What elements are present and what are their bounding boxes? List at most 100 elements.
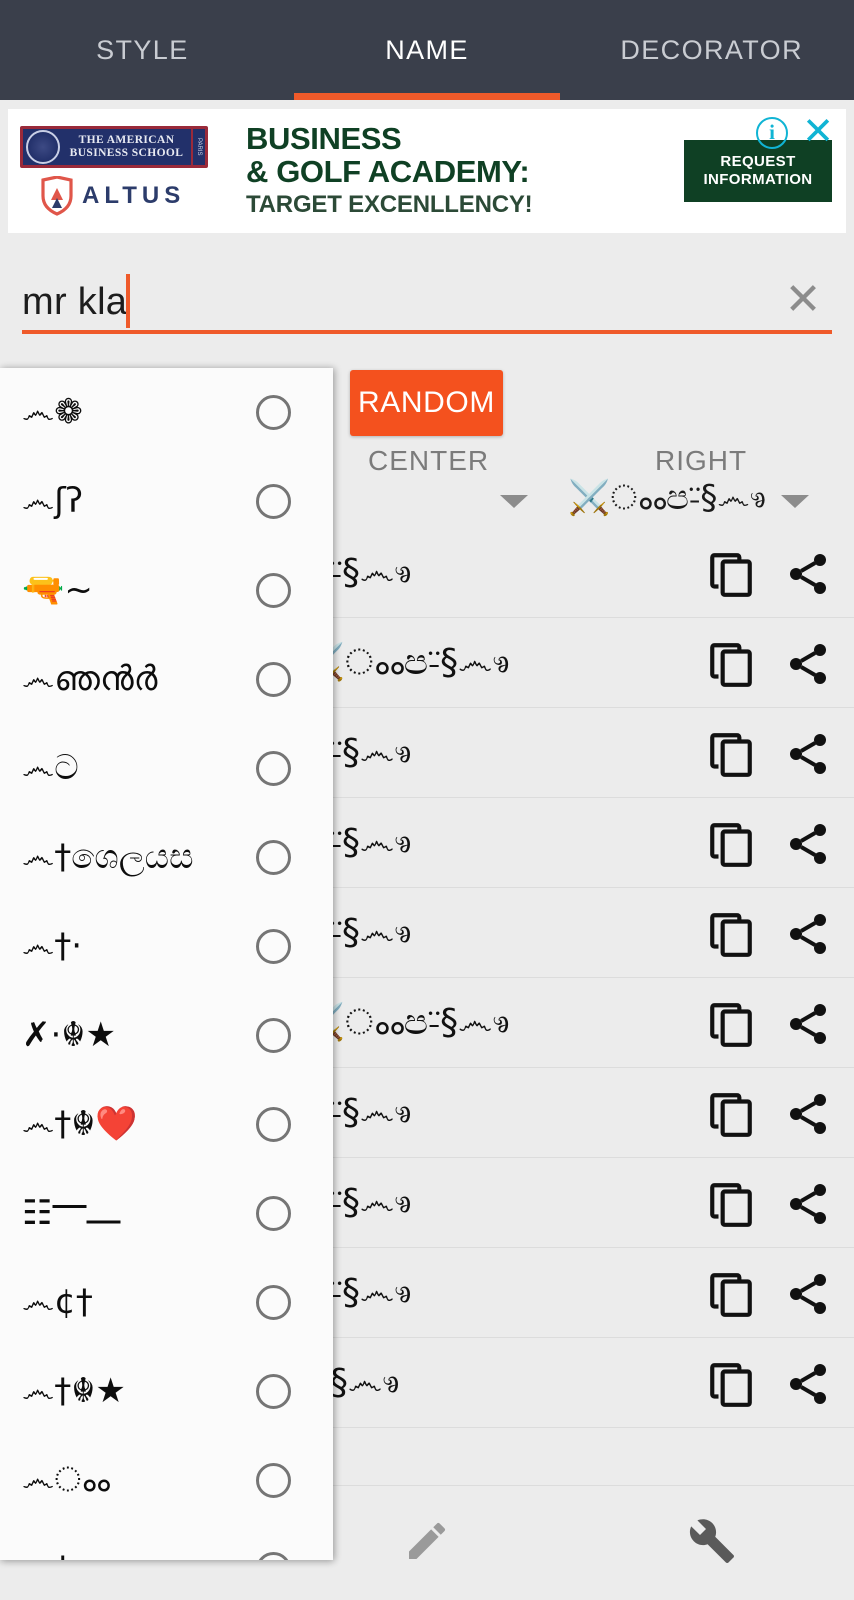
row-symbol-text: ⸚§෴ෳ <box>330 731 412 773</box>
share-icon[interactable] <box>782 1180 834 1228</box>
school-logo-side-text: PARIS <box>191 129 205 165</box>
school-logo-line2: BUSINESS SCHOOL <box>69 147 184 159</box>
tab-style-label: STYLE <box>96 35 189 65</box>
radio-button[interactable] <box>256 1285 291 1320</box>
copy-icon[interactable] <box>706 998 756 1050</box>
clear-search-icon[interactable]: ✕ <box>780 276 826 328</box>
altus-shield-icon <box>40 176 74 216</box>
list-item[interactable]: ෴†☬❤️ <box>0 1080 333 1169</box>
active-tab-indicator <box>293 93 561 100</box>
ad-copy: BUSINESS & GOLF ACADEMY: TARGET EXCENLLE… <box>228 122 684 220</box>
radio-button[interactable] <box>256 1552 291 1560</box>
share-icon[interactable] <box>782 820 834 868</box>
school-seal-icon <box>26 130 60 164</box>
list-item[interactable]: ෴¢† <box>0 1258 333 1347</box>
list-item[interactable]: ෴ට <box>0 724 333 813</box>
radio-button[interactable] <box>256 484 291 519</box>
list-item[interactable]: ☷⎻⎼ <box>0 1169 333 1258</box>
suggestion-symbol: ෴†☬❤️ <box>22 1104 138 1144</box>
ad-subline: TARGET EXCENLLENCY! <box>246 191 533 218</box>
radio-button[interactable] <box>256 929 291 964</box>
random-button[interactable]: RANDOM <box>350 370 503 436</box>
radio-button[interactable] <box>256 395 291 430</box>
radio-button[interactable] <box>256 1018 291 1053</box>
list-item[interactable]: ෴ംം <box>0 1436 333 1525</box>
row-symbol-text: ⸚§෴ෳ <box>330 1271 412 1313</box>
list-item[interactable]: ෴†ශෙලයස <box>0 813 333 902</box>
list-item[interactable]: ෴ʃʔ <box>0 457 333 546</box>
ad-cta-line2: INFORMATION <box>703 171 813 188</box>
share-icon[interactable] <box>782 1090 834 1138</box>
copy-icon[interactable] <box>706 728 756 780</box>
altus-logo: ALTUS <box>20 176 185 216</box>
radio-button[interactable] <box>256 662 291 697</box>
suggestion-symbol: 🔫~ <box>22 570 93 610</box>
ad-headline-line1: BUSINESS <box>246 121 402 156</box>
tab-name-label: NAME <box>385 35 469 65</box>
suggestion-symbol: ☷⎻⎼ <box>22 1193 121 1233</box>
tab-decorator[interactable]: DECORATOR <box>569 0 854 100</box>
copy-icon[interactable] <box>706 548 756 600</box>
copy-icon[interactable] <box>706 1358 756 1410</box>
suggestions-dropdown[interactable]: ෴❁ ෴ʃʔ 🔫~ ෴ഞൻർ ෴ට ෴†ශෙලයස ෴†· ✗·☬★ ෴†☬❤️ ☷⎻⎼ ෴¢† ෴†… <box>0 368 333 1560</box>
copy-icon[interactable] <box>706 1088 756 1140</box>
copy-icon[interactable] <box>706 908 756 960</box>
list-item[interactable]: ෴†· <box>0 902 333 991</box>
list-item[interactable]: 🔫~ <box>0 546 333 635</box>
share-icon[interactable] <box>782 1360 834 1408</box>
radio-button[interactable] <box>256 1463 291 1498</box>
list-item[interactable]: ෴† <box>0 1525 333 1560</box>
row-symbol-text: §෴ෳ <box>330 1361 400 1403</box>
altus-logo-text: ALTUS <box>82 182 186 209</box>
share-icon[interactable] <box>782 640 834 688</box>
radio-button[interactable] <box>256 840 291 875</box>
american-business-school-logo: THE AMERICAN BUSINESS SCHOOL PARIS <box>20 126 208 168</box>
list-item[interactable]: ෴❁ <box>0 368 333 457</box>
search-input[interactable]: mr kla <box>22 281 127 324</box>
row-symbol-text: ⸚§෴ෳ <box>330 911 412 953</box>
share-icon[interactable] <box>782 1000 834 1048</box>
copy-icon[interactable] <box>706 1178 756 1230</box>
search-field[interactable]: mr kla ✕ <box>22 268 832 334</box>
share-icon[interactable] <box>782 730 834 778</box>
tab-name[interactable]: NAME <box>285 0 570 100</box>
copy-icon[interactable] <box>706 638 756 690</box>
ad-info-icon[interactable]: i <box>756 117 788 149</box>
school-logo-text: THE AMERICAN BUSINESS SCHOOL <box>60 134 205 160</box>
list-item[interactable]: ✗·☬★ <box>0 991 333 1080</box>
right-column-selected-value[interactable]: ⚔️ംംප⸚§෴ෳ <box>568 478 766 518</box>
center-dropdown-caret-icon[interactable] <box>500 495 528 508</box>
right-dropdown-caret-icon[interactable] <box>781 495 809 508</box>
copy-icon[interactable] <box>706 1268 756 1320</box>
radio-button[interactable] <box>256 1196 291 1231</box>
pencil-icon <box>403 1517 451 1570</box>
row-symbol-text: ⸚§෴ෳ <box>330 551 412 593</box>
row-symbol-text: ⸚§෴ෳ <box>330 1091 412 1133</box>
tab-style[interactable]: STYLE <box>0 0 285 100</box>
share-icon[interactable] <box>782 910 834 958</box>
share-icon[interactable] <box>782 550 834 598</box>
share-icon[interactable] <box>782 1270 834 1318</box>
search-container: mr kla ✕ <box>0 242 854 352</box>
column-label-right: RIGHT <box>655 445 748 476</box>
suggestion-symbol: ෴ംം <box>22 1460 110 1500</box>
advertisement-banner[interactable]: THE AMERICAN BUSINESS SCHOOL PARIS ALTUS <box>8 109 846 233</box>
settings-button[interactable] <box>569 1486 854 1600</box>
suggestion-symbol: ෴ට <box>22 748 79 788</box>
wrench-icon <box>688 1517 736 1570</box>
random-button-label: RANDOM <box>358 386 495 419</box>
column-label-center: CENTER <box>368 445 490 476</box>
tab-bar: STYLE NAME DECORATOR <box>0 0 854 100</box>
ad-headline-line2: & GOLF ACADEMY: <box>246 154 530 189</box>
list-item[interactable]: ෴†☬★ <box>0 1347 333 1436</box>
row-symbol-text: ⸚§෴ෳ <box>330 1181 412 1223</box>
suggestion-symbol: ෴†ශෙලයස <box>22 837 194 877</box>
radio-button[interactable] <box>256 1107 291 1142</box>
ad-close-icon[interactable]: ✕ <box>800 113 836 151</box>
suggestion-symbol: ෴¢† <box>22 1282 93 1322</box>
radio-button[interactable] <box>256 573 291 608</box>
radio-button[interactable] <box>256 751 291 786</box>
copy-icon[interactable] <box>706 818 756 870</box>
list-item[interactable]: ෴ഞൻർ <box>0 635 333 724</box>
radio-button[interactable] <box>256 1374 291 1409</box>
